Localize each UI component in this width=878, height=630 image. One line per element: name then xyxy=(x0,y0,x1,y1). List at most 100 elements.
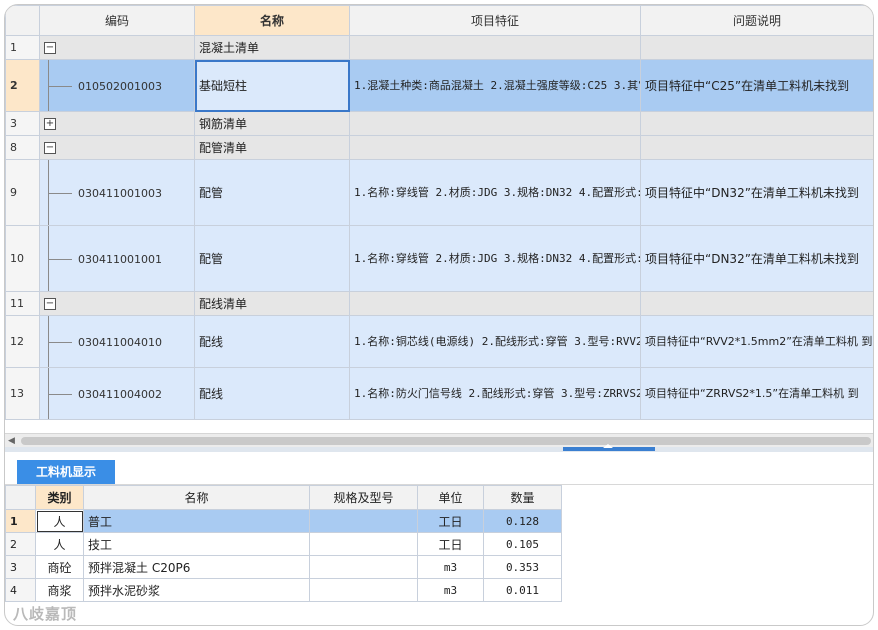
unit-cell[interactable]: m3 xyxy=(417,555,484,579)
collapse-toggle[interactable]: − xyxy=(44,42,56,54)
category-cell[interactable]: 人 xyxy=(35,509,84,533)
name-cell[interactable]: 预拌水泥砂浆 xyxy=(83,578,310,602)
problem-cell[interactable]: 项目特征中“ZRRVS2*1.5”在清单工料机 到 xyxy=(640,367,873,420)
resource-header-category[interactable]: 类别 xyxy=(35,485,84,510)
feature-cell[interactable]: 1.名称:铜芯线(电源线) 2.配线形式:穿管 3.型号:RVV2*1.5mm2 xyxy=(349,315,641,368)
tree-line xyxy=(48,316,49,367)
name-cell[interactable]: 预拌混凝土 C20P6 xyxy=(83,555,310,579)
tree-cell: − xyxy=(39,135,195,160)
name-cell[interactable]: 配管 xyxy=(194,159,350,226)
lower-tabbar: 工料机显示 xyxy=(5,452,873,485)
feature-cell[interactable]: 1.名称:穿线管 2.材质:JDG 3.规格:DN32 4.配置形式:暗敷 xyxy=(349,159,641,226)
feature-cell[interactable]: 1.混凝土种类:商品混凝土 2.混凝土强度等级:C25 3.其它详见图纸及相关规… xyxy=(349,59,641,112)
resource-row[interactable]: 2 人 技工 工日 0.105 xyxy=(5,532,562,556)
grid-header-name[interactable]: 名称 xyxy=(194,5,350,36)
row-number: 10 xyxy=(5,225,40,292)
row-number: 3 xyxy=(5,111,40,136)
feature-cell[interactable] xyxy=(349,111,641,136)
name-cell[interactable]: 配线清单 xyxy=(194,291,350,316)
category-cell[interactable]: 商砼 xyxy=(35,555,84,579)
resource-header-qty[interactable]: 数量 xyxy=(483,485,562,510)
qty-cell[interactable]: 0.128 xyxy=(483,509,562,533)
name-cell[interactable]: 配线 xyxy=(194,315,350,368)
tree-cell: 030411004010 xyxy=(39,315,195,368)
row-number: 8 xyxy=(5,135,40,160)
tree-cell: 030411004002 xyxy=(39,367,195,420)
problem-cell[interactable]: 项目特征中“DN32”在清单工料机未找到 xyxy=(640,225,873,292)
spec-cell[interactable] xyxy=(309,555,418,579)
name-cell[interactable]: 配线 xyxy=(194,367,350,420)
resource-header-unit[interactable]: 单位 xyxy=(417,485,484,510)
code-value: 030411004010 xyxy=(78,335,162,349)
splitter-toggle[interactable] xyxy=(563,444,655,451)
name-cell[interactable]: 配管 xyxy=(194,225,350,292)
problem-cell[interactable] xyxy=(640,291,873,316)
resource-header-name[interactable]: 名称 xyxy=(83,485,310,510)
scroll-left-icon[interactable]: ◀ xyxy=(8,436,15,446)
feature-cell[interactable]: 1.名称:穿线管 2.材质:JDG 3.规格:DN32 4.配置形式:暗敷 xyxy=(349,225,641,292)
name-cell[interactable]: 基础短柱 xyxy=(194,59,350,112)
row-number: 1 xyxy=(5,35,40,60)
row-number: 3 xyxy=(5,555,36,579)
category-cell[interactable]: 商浆 xyxy=(35,578,84,602)
code-value: 030411004002 xyxy=(78,387,162,401)
grid-header-code[interactable]: 编码 xyxy=(39,5,195,36)
row-number: 2 xyxy=(5,532,36,556)
table-row[interactable]: 13 030411004002 配线 1.名称:防火门信号线 2.配线形式:穿管… xyxy=(5,367,873,420)
grid-header-problem[interactable]: 问题说明 xyxy=(640,5,873,36)
caret-up-icon xyxy=(603,444,613,448)
name-cell[interactable]: 普工 xyxy=(83,509,310,533)
table-row[interactable]: 3 + 钢筋清单 xyxy=(5,111,873,136)
unit-cell[interactable]: m3 xyxy=(417,578,484,602)
feature-cell[interactable] xyxy=(349,135,641,160)
qty-cell[interactable]: 0.353 xyxy=(483,555,562,579)
problem-cell[interactable] xyxy=(640,35,873,60)
resource-row[interactable]: 3 商砼 预拌混凝土 C20P6 m3 0.353 xyxy=(5,555,562,579)
table-row[interactable]: 1 − 混凝土清单 xyxy=(5,35,873,60)
unit-cell[interactable]: 工日 xyxy=(417,509,484,533)
tree-cell: − xyxy=(39,35,195,60)
name-cell[interactable]: 钢筋清单 xyxy=(194,111,350,136)
resource-header-spec[interactable]: 规格及型号 xyxy=(309,485,418,510)
row-number: 13 xyxy=(5,367,40,420)
problem-cell[interactable]: 项目特征中“RVV2*1.5mm2”在清单工料机 到 xyxy=(640,315,873,368)
problem-cell[interactable] xyxy=(640,111,873,136)
row-number: 9 xyxy=(5,159,40,226)
spec-cell[interactable] xyxy=(309,509,418,533)
feature-cell[interactable] xyxy=(349,35,641,60)
table-row[interactable]: 9 030411001003 配管 1.名称:穿线管 2.材质:JDG 3.规格… xyxy=(5,159,873,226)
table-row[interactable]: 12 030411004010 配线 1.名称:铜芯线(电源线) 2.配线形式:… xyxy=(5,315,873,368)
resource-grid: 类别 名称 规格及型号 单位 数量 1 人 普工 工日 0.128 2 人 技工 xyxy=(5,485,562,602)
expand-toggle[interactable]: + xyxy=(44,118,56,130)
unit-cell[interactable]: 工日 xyxy=(417,532,484,556)
name-cell[interactable]: 混凝土清单 xyxy=(194,35,350,60)
spec-cell[interactable] xyxy=(309,578,418,602)
tab-labor-material-machine[interactable]: 工料机显示 xyxy=(17,460,115,484)
tree-cell: 030411001003 xyxy=(39,159,195,226)
table-row[interactable]: 11 − 配线清单 xyxy=(5,291,873,316)
problem-cell[interactable] xyxy=(640,135,873,160)
table-row[interactable]: 10 030411001001 配管 1.名称:穿线管 2.材质:JDG 3.规… xyxy=(5,225,873,292)
collapse-toggle[interactable]: − xyxy=(44,142,56,154)
code-value: 030411001001 xyxy=(78,252,162,266)
qty-cell[interactable]: 0.105 xyxy=(483,532,562,556)
table-row[interactable]: 8 − 配管清单 xyxy=(5,135,873,160)
resource-row[interactable]: 1 人 普工 工日 0.128 xyxy=(5,509,562,533)
category-cell[interactable]: 人 xyxy=(35,532,84,556)
feature-cell[interactable]: 1.名称:防火门信号线 2.配线形式:穿管 3.型号:ZRRVS2*1.5 xyxy=(349,367,641,420)
problem-cell[interactable]: 项目特征中“C25”在清单工料机未找到 xyxy=(640,59,873,112)
spec-cell[interactable] xyxy=(309,532,418,556)
name-cell[interactable]: 配管清单 xyxy=(194,135,350,160)
table-row[interactable]: 2 010502001003 基础短柱 1.混凝土种类:商品混凝土 2.混凝土强… xyxy=(5,59,873,112)
scrollbar-thumb[interactable] xyxy=(21,437,871,445)
name-cell[interactable]: 技工 xyxy=(83,532,310,556)
feature-cell[interactable] xyxy=(349,291,641,316)
problem-cell[interactable]: 项目特征中“DN32”在清单工料机未找到 xyxy=(640,159,873,226)
resource-row[interactable]: 4 商浆 预拌水泥砂浆 m3 0.011 xyxy=(5,578,562,602)
tree-branch xyxy=(48,85,72,87)
horizontal-scrollbar[interactable]: ◀ xyxy=(5,433,873,448)
grid-header-feature[interactable]: 项目特征 xyxy=(349,5,641,36)
qty-cell[interactable]: 0.011 xyxy=(483,578,562,602)
bill-grid: 编码 名称 项目特征 问题说明 1 − 混凝土清单 2 010502001003… xyxy=(5,5,873,420)
collapse-toggle[interactable]: − xyxy=(44,298,56,310)
